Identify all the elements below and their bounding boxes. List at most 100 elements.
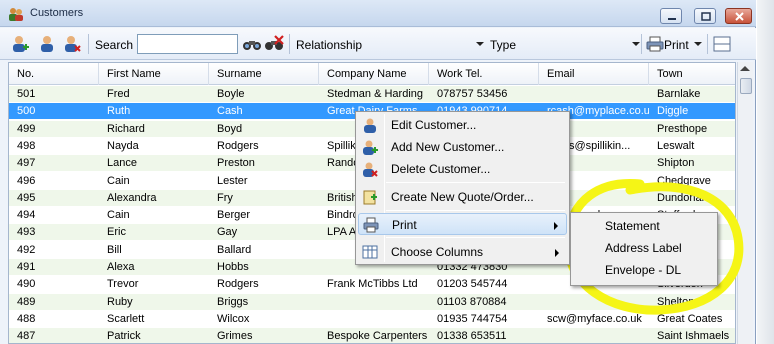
table-cell: 501: [17, 88, 36, 100]
menu-item-print[interactable]: Print: [358, 213, 567, 235]
menu-separator: [386, 182, 565, 183]
table-cell: [319, 294, 429, 310]
table-cell: 491: [17, 261, 36, 273]
edit-user-icon: [364, 118, 376, 133]
close-button[interactable]: [725, 8, 752, 24]
table-cell: Ruby: [107, 295, 133, 308]
column-header[interactable]: Work Tel.: [429, 63, 539, 85]
table-header: No. First Name Surname Company Name Work…: [9, 63, 735, 85]
table-cell: Eric: [107, 226, 126, 239]
table-cell: Barnlake: [657, 88, 701, 100]
maximize-icon: [701, 12, 711, 21]
menu-item-choose-columns[interactable]: Choose Columns: [358, 241, 567, 263]
table-cell: Nayda: [107, 139, 139, 152]
column-header[interactable]: No.: [9, 63, 99, 85]
maximize-button[interactable]: [694, 8, 716, 24]
print-dropdown-button[interactable]: Print: [646, 34, 704, 54]
scroll-up-icon[interactable]: [740, 66, 750, 71]
table-row[interactable]: 501 Fred Boyle Stedman & Harding 078757 5345…: [9, 86, 735, 102]
print-submenu: Statement Address Label Envelope - DL: [570, 212, 718, 286]
table-cell: [539, 86, 649, 102]
chevron-down-icon: [632, 42, 640, 46]
printer-icon: [646, 36, 664, 52]
submenu-item-statement[interactable]: Statement: [605, 219, 660, 233]
close-icon: [735, 12, 744, 21]
table-cell: Lance: [107, 157, 137, 170]
submenu-arrow-icon: [554, 222, 558, 230]
edit-user-icon[interactable]: [38, 34, 58, 54]
add-user-icon[interactable]: [10, 34, 30, 54]
table-cell: Frank McTibbs Ltd: [327, 278, 418, 291]
table-cell: Cash: [217, 105, 243, 118]
table-cell: 494: [17, 209, 36, 222]
minimize-icon: [668, 18, 676, 20]
table-cell: 493: [17, 226, 36, 239]
table-cell: Alexandra: [107, 191, 157, 204]
column-header[interactable]: Company Name: [319, 63, 429, 85]
table-cell: 490: [17, 278, 36, 291]
menu-item-label: Add New Customer...: [391, 140, 505, 154]
delete-user-icon[interactable]: [62, 34, 82, 54]
column-header[interactable]: Email: [539, 63, 649, 85]
toolbar: Search Relationship Type Print: [0, 28, 756, 60]
table-cell: 489: [17, 295, 36, 308]
table-cell: Cain: [107, 209, 130, 222]
submenu-item-envelope[interactable]: Envelope - DL: [605, 263, 681, 277]
menu-item-label: Edit Customer...: [391, 118, 477, 132]
table-cell: [319, 311, 429, 327]
type-filter[interactable]: Type: [490, 34, 640, 54]
table-cell: Fry: [217, 191, 233, 204]
type-label: Type: [490, 38, 517, 52]
minimize-button[interactable]: [660, 8, 682, 24]
columns-icon: [362, 245, 378, 259]
table-cell: Rodgers: [217, 139, 259, 152]
table-cell: Stedman & Harding: [327, 88, 423, 100]
column-header[interactable]: Town: [649, 63, 735, 85]
toolbar-separator: [289, 34, 290, 54]
table-cell: Fred: [107, 88, 130, 100]
table-cell: Scarlett: [107, 312, 145, 325]
table-cell: 500: [17, 105, 36, 118]
table-cell: Ballard: [217, 243, 252, 256]
add-user-icon: [363, 140, 378, 155]
binoculars-clear-icon[interactable]: [264, 34, 284, 54]
table-cell: Diggle: [657, 105, 689, 118]
menu-item-create-quote[interactable]: Create New Quote/Order...: [358, 186, 567, 208]
column-header[interactable]: Surname: [209, 63, 319, 85]
column-header[interactable]: First Name: [99, 63, 209, 85]
table-cell: 492: [17, 243, 36, 256]
menu-item-label: Create New Quote/Order...: [391, 190, 534, 204]
toolbar-separator: [88, 34, 89, 54]
table-cell: Presthope: [657, 122, 708, 135]
scroll-thumb[interactable]: [740, 78, 752, 94]
table-cell: Lester: [217, 174, 248, 187]
toolbar-separator: [641, 34, 642, 54]
new-document-icon: [363, 190, 377, 205]
menu-item-label: Choose Columns: [391, 245, 484, 259]
table-cell: Rodgers: [217, 278, 259, 291]
toolbar-separator: [707, 34, 708, 54]
table-cell: 01338 653511: [437, 330, 507, 343]
menu-item-add-customer[interactable]: Add New Customer...: [358, 136, 567, 158]
table-cell: 078757 53456: [437, 88, 508, 100]
relationship-label: Relationship: [296, 38, 363, 52]
layout-icon[interactable]: [712, 34, 732, 54]
table-cell: 498: [17, 139, 36, 152]
table-cell: Bill: [107, 243, 122, 256]
submenu-item-address-label[interactable]: Address Label: [605, 241, 682, 255]
relationship-filter[interactable]: Relationship: [296, 34, 486, 54]
table-cell: Cain: [107, 174, 130, 187]
menu-separator: [386, 210, 565, 211]
table-cell: Boyle: [217, 88, 245, 100]
table-cell: 496: [17, 174, 36, 187]
binoculars-icon[interactable]: [242, 34, 262, 54]
table-cell: 01203 545744: [437, 278, 508, 291]
menu-item-edit-customer[interactable]: Edit Customer...: [358, 114, 567, 136]
delete-user-icon: [363, 162, 378, 177]
table-cell: Bespoke Carpenters: [327, 330, 428, 343]
search-input[interactable]: [137, 34, 238, 54]
chevron-down-icon: [694, 42, 702, 46]
table-cell: Grimes: [217, 330, 253, 343]
menu-item-delete-customer[interactable]: Delete Customer...: [358, 158, 567, 180]
search-label: Search: [95, 38, 134, 52]
